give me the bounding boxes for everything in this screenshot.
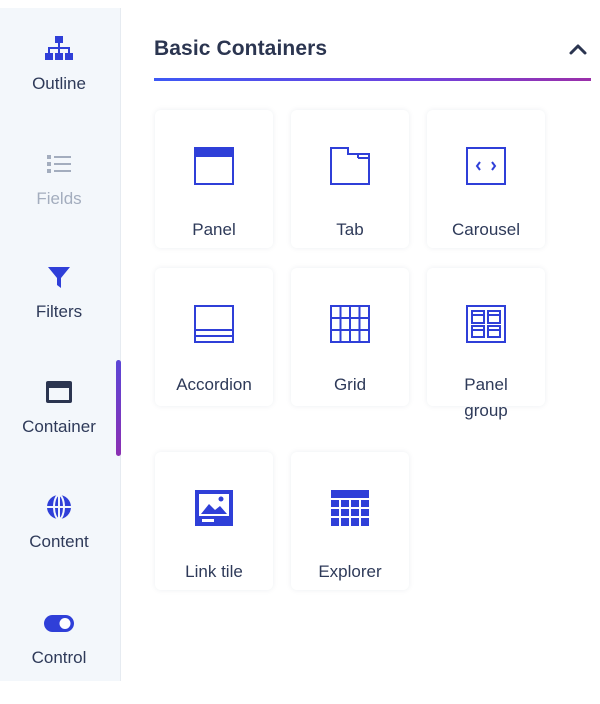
sidebar-item-content[interactable]: Content	[0, 488, 118, 588]
basic-containers-section: Basic Containers Panel Tab Carousel Acco…	[121, 0, 600, 681]
tile-label: Carousel	[451, 220, 521, 239]
toggle-icon	[42, 604, 76, 638]
globe-icon	[44, 488, 74, 522]
tile-accordion[interactable]: Accordion	[155, 268, 273, 406]
tile-panel[interactable]: Panel	[155, 110, 273, 248]
tile-label: Link tile	[185, 562, 243, 581]
sidebar-item-filters[interactable]: Filters	[0, 258, 118, 358]
tile-label: Accordion	[176, 375, 252, 394]
tile-label-line: group	[464, 401, 508, 420]
tile-label: Explorer	[318, 562, 382, 581]
tab-icon	[291, 144, 409, 188]
tile-label: Tab	[336, 220, 364, 239]
section-title: Basic Containers	[154, 37, 328, 60]
sidebar-item-label: Container	[22, 417, 96, 436]
sidebar-item-label: Filters	[35, 302, 83, 321]
sidebar-item-label: Control	[31, 648, 87, 667]
sidebar-item-label: Content	[29, 532, 89, 551]
tile-label: Grid	[333, 375, 367, 394]
container-palette: Outline Fields Filters Container Content…	[0, 0, 600, 681]
tile-label: Panel group	[427, 372, 545, 424]
sidebar-item-outline[interactable]: Outline	[0, 30, 118, 130]
grid-icon	[291, 302, 409, 346]
panel-icon	[155, 144, 273, 188]
section-divider	[154, 78, 591, 81]
tile-carousel[interactable]: Carousel	[427, 110, 545, 248]
sidebar-item-label: Outline	[32, 74, 86, 93]
sidebar-item-container[interactable]: Container	[0, 373, 118, 473]
sidebar: Outline Fields Filters Container Content…	[0, 8, 121, 681]
tile-link-tile[interactable]: Link tile	[155, 452, 273, 590]
tile-tab[interactable]: Tab	[291, 110, 409, 248]
tile-panel-group[interactable]: Panel group	[427, 268, 545, 420]
accordion-icon	[155, 302, 273, 346]
chevron-up-icon	[569, 44, 587, 55]
sidebar-item-label: Fields	[36, 189, 82, 208]
panel-group-icon	[427, 302, 545, 346]
carousel-icon	[427, 144, 545, 188]
tile-explorer[interactable]: Explorer	[291, 452, 409, 590]
tile-grid[interactable]: Grid	[291, 268, 409, 406]
list-icon	[44, 145, 74, 179]
tile-label-line: Panel	[464, 375, 508, 394]
filter-icon	[44, 258, 74, 292]
sidebar-item-control[interactable]: Control	[0, 604, 118, 704]
container-icon	[44, 373, 74, 407]
link-tile-icon	[155, 486, 273, 530]
tile-label: Panel	[192, 220, 236, 239]
collapse-button[interactable]	[564, 36, 592, 64]
sitemap-icon	[44, 30, 74, 64]
sidebar-item-fields[interactable]: Fields	[0, 145, 118, 245]
explorer-icon	[291, 486, 409, 530]
